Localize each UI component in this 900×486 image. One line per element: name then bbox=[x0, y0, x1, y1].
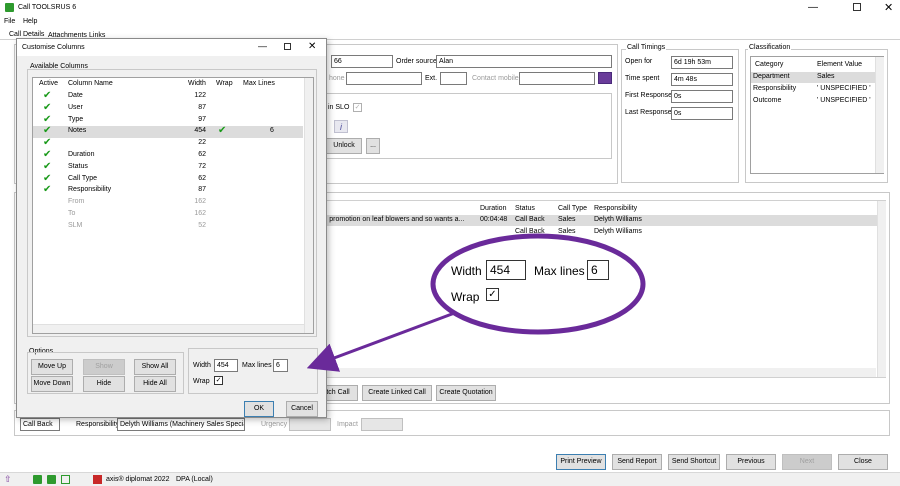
callout-overlay bbox=[306, 233, 646, 372]
callout-content: Width 454 Max lines 6 Wrap ✓ bbox=[450, 258, 630, 308]
callout-max-lines-label: Max lines bbox=[534, 264, 585, 278]
callout-arrow bbox=[306, 306, 469, 372]
callout-width-value: 454 bbox=[486, 260, 526, 280]
callout-wrap-checkbox: ✓ bbox=[486, 288, 499, 301]
callout-width-label: Width bbox=[451, 264, 482, 278]
callout-wrap-label: Wrap bbox=[451, 290, 480, 304]
callout-max-lines-value: 6 bbox=[587, 260, 609, 280]
